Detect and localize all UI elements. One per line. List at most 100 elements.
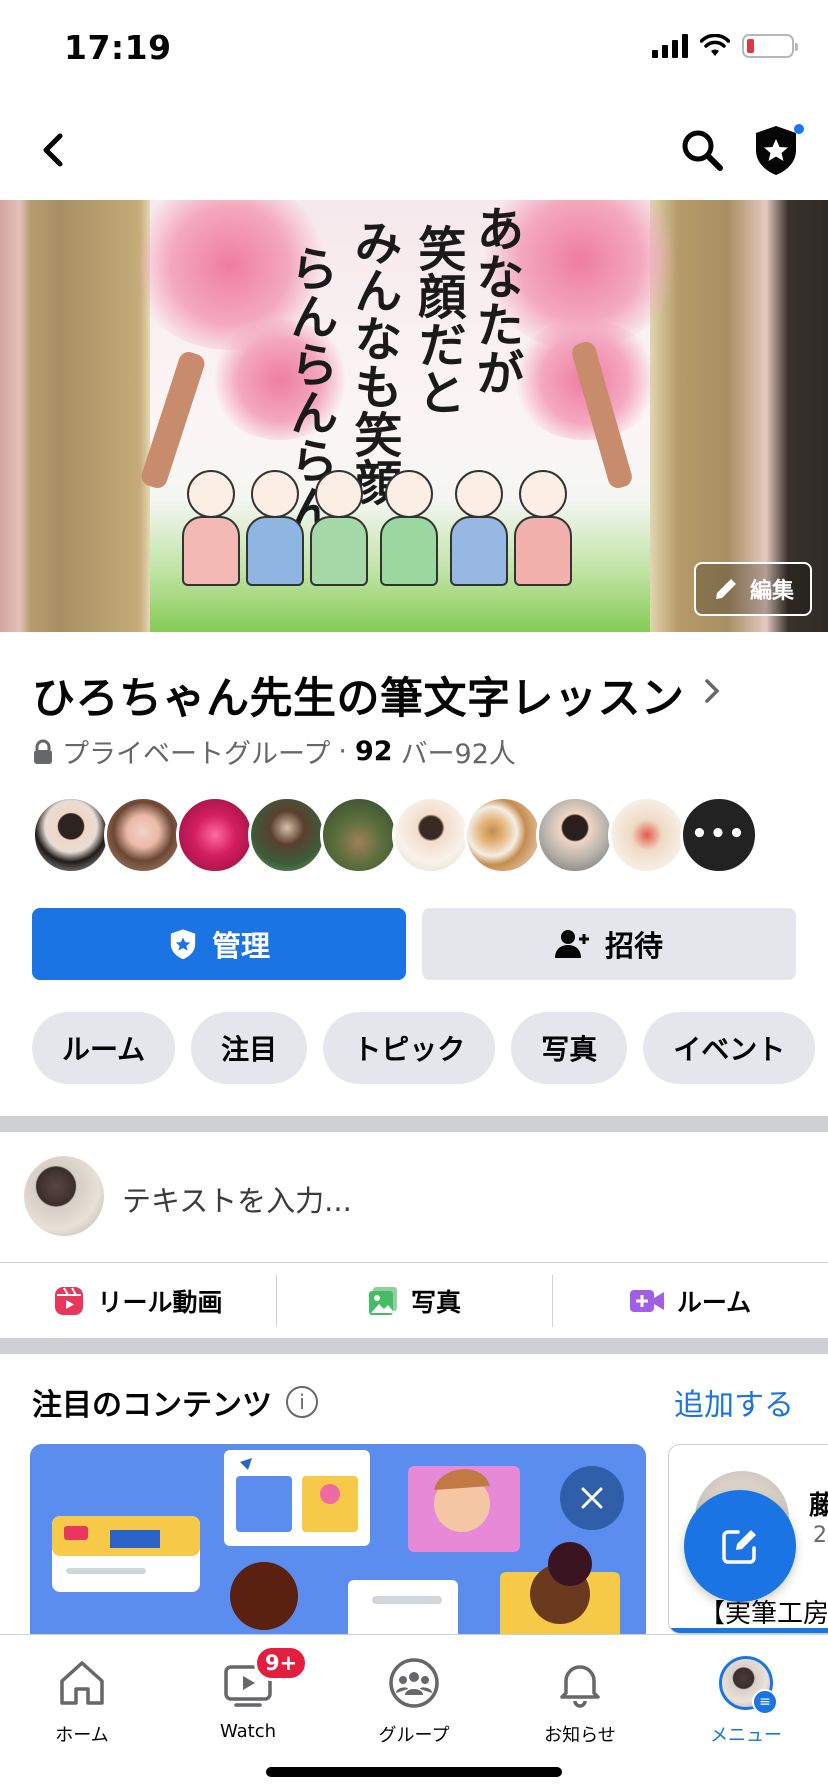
room-button[interactable]: ルーム (552, 1263, 828, 1338)
member-count: 92 (354, 736, 393, 767)
group-meta: プライベートグループ · 92 バー92人 (32, 732, 516, 771)
artwork: あなたが 笑顔だと みんなも笑顔 らんらんらん (130, 200, 680, 632)
top-nav (0, 100, 828, 200)
pencil-icon (715, 579, 736, 599)
search-button[interactable] (678, 126, 726, 174)
tab-groups[interactable]: グループ (344, 1655, 484, 1755)
featured-add-link[interactable]: 追加する (674, 1380, 794, 1424)
search-icon (682, 130, 723, 171)
reels-label: リール動画 (97, 1287, 223, 1317)
reels-icon (55, 1286, 84, 1315)
card-progress-bar (669, 1628, 828, 1633)
card-text: 【実筆工房 (699, 1599, 828, 1629)
compose-fab[interactable] (684, 1490, 796, 1602)
featured-header: 注目のコンテンツ i (32, 1380, 318, 1424)
chip-featured[interactable]: 注目 (191, 1012, 308, 1084)
avatar[interactable] (104, 796, 182, 874)
privacy-label: プライベートグループ (62, 739, 331, 770)
composer-actions: リール動画 写真 ルーム (0, 1262, 828, 1338)
cover-photo[interactable]: あなたが 笑顔だと みんなも笑顔 らんらんらん 編集 (0, 200, 828, 632)
featured-illustration (52, 1450, 620, 1634)
tab-watch-label: Watch (219, 1721, 277, 1742)
manage-label: 管理 (211, 929, 270, 963)
chevron-left-icon (43, 133, 63, 167)
invite-label: 招待 (604, 929, 663, 963)
avatar[interactable] (248, 796, 326, 874)
post-composer[interactable]: テキストを入力... (0, 1132, 828, 1260)
avatar[interactable] (32, 796, 110, 874)
photo-button[interactable]: 写真 (276, 1263, 552, 1338)
status-time: 17:19 (64, 28, 172, 67)
meta-separator: · (338, 736, 347, 767)
featured-title: 注目のコンテンツ (32, 1388, 272, 1423)
admin-tools-button[interactable] (752, 122, 804, 178)
battery-icon (742, 34, 798, 58)
shield-star-icon (170, 929, 196, 960)
chip-rooms[interactable]: ルーム (32, 1012, 176, 1084)
photo-icon (368, 1286, 397, 1315)
avatar[interactable] (176, 796, 254, 874)
member-text[interactable]: バー92人 (401, 732, 516, 771)
tab-menu-label: メニュー (710, 1725, 782, 1746)
composer-placeholder[interactable]: テキストを入力... (122, 1178, 352, 1220)
lock-icon (34, 739, 52, 764)
tab-home-label: ホーム (55, 1725, 109, 1746)
invite-button[interactable]: 招待 (422, 908, 796, 980)
calligraphy-line-3: みんなも笑顔 (345, 218, 402, 506)
wifi-icon (700, 34, 730, 56)
room-label: ルーム (676, 1287, 752, 1317)
avatar: ≡ (719, 1656, 778, 1715)
photo-label: 写真 (410, 1287, 461, 1317)
more-members-dots: ••• (691, 819, 747, 849)
reels-button[interactable]: リール動画 (0, 1263, 276, 1338)
video-room-icon (629, 1289, 664, 1312)
avatar[interactable] (608, 796, 686, 874)
tab-home[interactable]: ホーム (12, 1655, 152, 1755)
groups-icon (389, 1658, 439, 1708)
avatar[interactable] (536, 796, 614, 874)
manage-button[interactable]: 管理 (32, 908, 406, 980)
menu-icon: ≡ (752, 1689, 778, 1715)
featured-intro-card[interactable] (30, 1444, 646, 1634)
watch-badge: 9+ (254, 1645, 309, 1681)
signal-icon (652, 34, 688, 58)
notification-dot (794, 124, 804, 134)
bell-icon (560, 1665, 600, 1708)
home-icon (60, 1661, 104, 1705)
add-person-icon (554, 930, 589, 958)
compose-icon (722, 1530, 756, 1564)
card-author: 藤 (809, 1485, 828, 1522)
member-avatars[interactable]: ••• (32, 796, 758, 874)
calligraphy-line-1: あなたが (467, 204, 524, 396)
avatar[interactable] (392, 796, 470, 874)
chip-events[interactable]: イベント (643, 1012, 816, 1084)
chip-photos[interactable]: 写真 (511, 1012, 628, 1084)
group-name: ひろちゃん先生の筆文字レッスン (32, 674, 685, 724)
info-icon[interactable]: i (286, 1386, 318, 1418)
dismiss-card-button[interactable] (560, 1466, 624, 1530)
edit-label: 編集 (749, 579, 794, 604)
shield-star-icon (756, 126, 796, 175)
tab-watch[interactable]: 9+ Watch (178, 1645, 318, 1755)
section-divider (0, 1116, 828, 1132)
section-chips: ルーム 注目 トピック 写真 イベント フ (32, 1012, 828, 1084)
chevron-right-icon (703, 677, 721, 713)
back-button[interactable] (30, 126, 78, 174)
tab-notifications[interactable]: お知らせ (510, 1655, 650, 1755)
home-indicator (266, 1767, 562, 1777)
close-icon (581, 1487, 603, 1509)
group-page: 17:19 あなたが 笑顔だと みんなも笑顔 らんらんらん 編集 ひろちゃん先生… (0, 0, 828, 1792)
card-date: 20 (813, 1523, 828, 1548)
avatar[interactable] (464, 796, 542, 874)
avatar[interactable] (320, 796, 398, 874)
avatar (24, 1156, 104, 1236)
tab-notifications-label: お知らせ (544, 1725, 616, 1746)
edit-cover-button[interactable]: 編集 (694, 562, 812, 616)
tab-menu[interactable]: ≡ メニュー (676, 1655, 816, 1755)
group-title[interactable]: ひろちゃん先生の筆文字レッスン (32, 664, 721, 726)
frame-left (0, 200, 150, 632)
tab-groups-label: グループ (378, 1725, 450, 1746)
chip-topics[interactable]: トピック (323, 1012, 496, 1084)
more-members-avatar[interactable]: ••• (680, 796, 758, 874)
section-divider (0, 1338, 828, 1354)
